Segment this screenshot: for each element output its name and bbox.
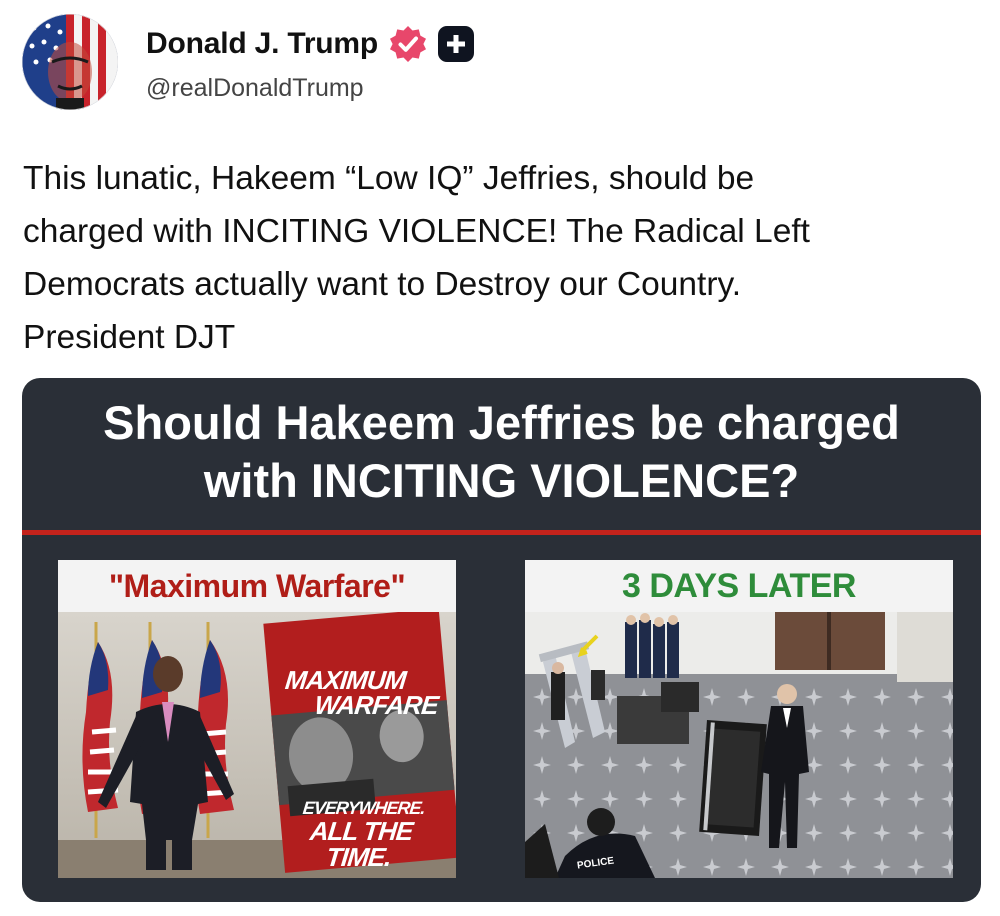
poster-headline: MAXIMUM WARFARE: [281, 665, 446, 720]
post-body: This lunatic, Hakeem “Low IQ” Jeffries, …: [23, 152, 973, 364]
account-handle[interactable]: @realDonaldTrump: [146, 74, 364, 103]
poster-line: EVERYWHERE.: [301, 798, 426, 818]
profile-avatar-icon: [22, 14, 118, 110]
post-image-card[interactable]: Should Hakeem Jeffries be charged with I…: [22, 378, 981, 902]
display-name[interactable]: Donald J. Trump: [146, 27, 378, 61]
plus-badge-icon: [438, 26, 475, 62]
left-photo-panel: "Maximum Warfare" MAXIMUM WARFARE EVERYW…: [58, 560, 456, 878]
image-headline-line: Should Hakeem Jeffries be charged: [103, 396, 900, 449]
post-line: Democrats actually want to Destroy our C…: [23, 266, 742, 303]
left-panel-title: "Maximum Warfare": [108, 568, 406, 604]
right-panel-title: 3 DAYS LATER: [622, 567, 856, 605]
verified-badge-icon: [390, 26, 427, 62]
security-checkpoint-photo: POLICE: [525, 612, 953, 878]
profile-avatar[interactable]: [22, 14, 118, 110]
poster-tagline: EVERYWHERE. ALL THE TIME.: [272, 798, 450, 872]
press-conference-photo: MAXIMUM WARFARE EVERYWHERE. ALL THE TIME…: [58, 612, 456, 878]
post-line: President DJT: [23, 319, 236, 356]
poster-line: ALL THE TIME.: [308, 816, 415, 872]
image-headline-line: with INCITING VIOLENCE?: [203, 454, 800, 507]
post-line: This lunatic, Hakeem “Low IQ” Jeffries, …: [23, 160, 755, 197]
headline-divider: [22, 530, 981, 535]
right-photo-panel: 3 DAYS LATER POLICE: [525, 560, 953, 878]
account-name-row: Donald J. Trump: [146, 22, 475, 66]
poster-line: WARFARE: [313, 690, 440, 720]
post-line: charged with INCITING VIOLENCE! The Radi…: [23, 213, 810, 250]
image-headline: Should Hakeem Jeffries be charged with I…: [22, 394, 981, 510]
